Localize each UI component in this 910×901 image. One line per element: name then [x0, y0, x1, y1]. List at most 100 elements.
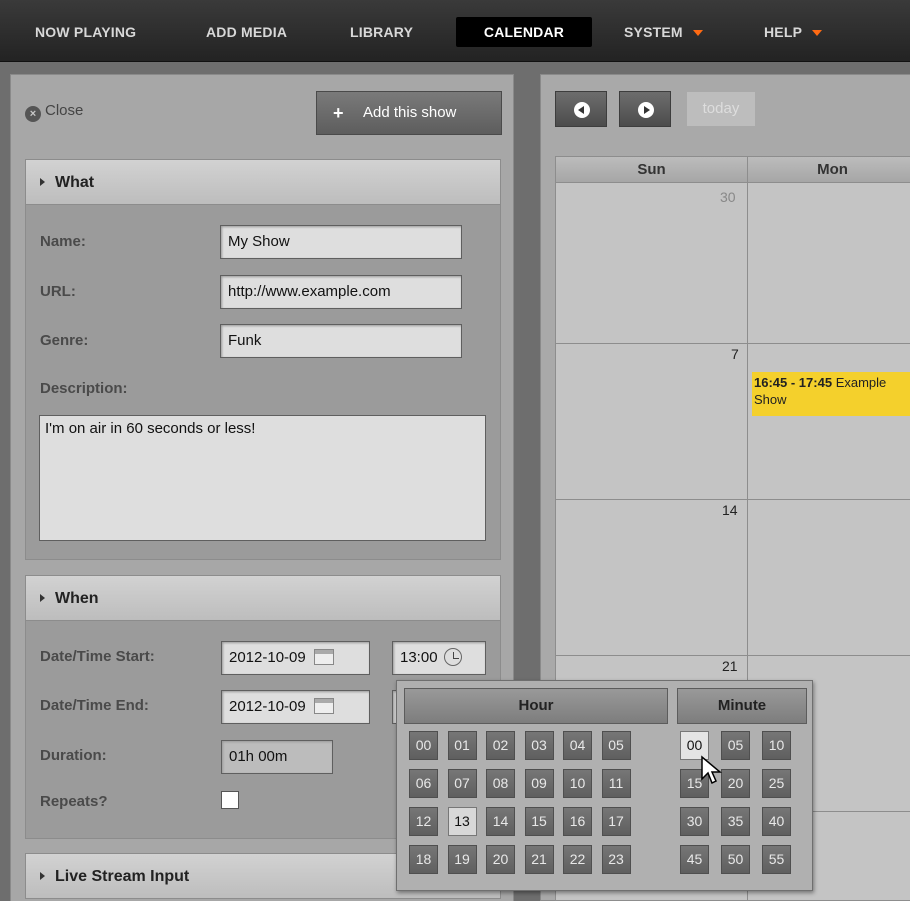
- hour-option-21[interactable]: 21: [524, 845, 554, 874]
- close-icon: ×: [25, 106, 41, 122]
- today-button[interactable]: today: [686, 91, 756, 127]
- hour-option-23[interactable]: 23: [601, 845, 631, 874]
- url-field[interactable]: http://www.example.com: [220, 275, 462, 309]
- hour-option-01[interactable]: 01: [447, 731, 477, 760]
- grid-divider: [556, 655, 910, 656]
- start-time-field[interactable]: 13:00: [392, 641, 486, 675]
- name-label: Name:: [40, 233, 86, 250]
- nav-system[interactable]: SYSTEM: [614, 17, 713, 47]
- hour-option-03[interactable]: 03: [524, 731, 554, 760]
- minute-option-40[interactable]: 40: [762, 807, 791, 836]
- next-button[interactable]: [619, 91, 671, 127]
- hour-option-06[interactable]: 06: [409, 769, 438, 798]
- minute-option-35[interactable]: 35: [721, 807, 750, 836]
- minute-header: Minute: [677, 688, 807, 724]
- nav-library[interactable]: LIBRARY: [340, 17, 423, 47]
- nav-help[interactable]: HELP: [754, 17, 832, 47]
- duration-field: 01h 00m: [221, 740, 333, 774]
- end-date-field[interactable]: 2012-10-09: [221, 690, 370, 724]
- repeats-label: Repeats?: [40, 793, 108, 810]
- start-label: Date/Time Start:: [40, 648, 155, 665]
- grid-divider: [556, 499, 910, 500]
- hour-option-19[interactable]: 19: [447, 845, 477, 874]
- close-button[interactable]: × Close: [25, 100, 83, 122]
- hour-option-10[interactable]: 10: [563, 769, 592, 798]
- description-label: Description:: [40, 380, 128, 397]
- calendar-event[interactable]: 16:45 - 17:45 Example Show: [752, 372, 910, 416]
- hour-option-00[interactable]: 00: [409, 731, 438, 760]
- genre-field[interactable]: Funk: [220, 324, 462, 358]
- day-header-sun: Sun: [556, 157, 748, 183]
- hour-option-20[interactable]: 20: [486, 845, 515, 874]
- close-label: Close: [45, 102, 84, 119]
- hour-option-11[interactable]: 11: [601, 769, 631, 798]
- section-what-header[interactable]: What: [25, 159, 501, 205]
- chevron-down-icon: [812, 30, 823, 37]
- url-label: URL:: [40, 283, 76, 300]
- day-number: 30: [720, 189, 736, 205]
- duration-label: Duration:: [40, 747, 107, 764]
- nav-help-label: HELP: [764, 24, 803, 40]
- minute-option-50[interactable]: 50: [721, 845, 750, 874]
- grid-divider: [556, 343, 910, 344]
- start-time-value: 13:00: [400, 649, 438, 666]
- section-when-title: When: [55, 590, 99, 607]
- hour-option-12[interactable]: 12: [409, 807, 438, 836]
- name-field[interactable]: My Show: [220, 225, 462, 259]
- hour-option-09[interactable]: 09: [524, 769, 554, 798]
- hour-option-15[interactable]: 15: [524, 807, 554, 836]
- minute-option-25[interactable]: 25: [762, 769, 791, 798]
- time-picker-popup: Hour Minute 00 01 02 03 04 05 06 07 08 09 10 11 12 13…: [396, 680, 813, 891]
- clock-icon[interactable]: [443, 648, 462, 666]
- hour-option-07[interactable]: 07: [447, 769, 477, 798]
- section-what-title: What: [55, 174, 95, 191]
- top-navigation-bar: NOW PLAYING ADD MEDIA LIBRARY CALENDAR S…: [0, 0, 910, 62]
- hour-option-04[interactable]: 04: [563, 731, 592, 760]
- calendar-icon[interactable]: [313, 649, 334, 665]
- minute-option-20[interactable]: 20: [721, 769, 750, 798]
- add-show-label: Add this show: [363, 104, 457, 121]
- start-date-field[interactable]: 2012-10-09: [221, 641, 370, 675]
- hour-option-05[interactable]: 05: [601, 731, 631, 760]
- hour-option-22[interactable]: 22: [563, 845, 592, 874]
- description-textarea[interactable]: I'm on air in 60 seconds or less!: [39, 415, 486, 541]
- minute-option-45[interactable]: 45: [680, 845, 709, 874]
- section-when-header[interactable]: When: [25, 575, 501, 621]
- section-live-stream-title: Live Stream Input: [55, 868, 190, 885]
- add-show-button[interactable]: + Add this show: [316, 91, 502, 135]
- minute-option-30[interactable]: 30: [680, 807, 709, 836]
- minute-option-10[interactable]: 10: [762, 731, 791, 760]
- start-date-value: 2012-10-09: [229, 649, 306, 666]
- triangle-right-icon: [40, 872, 45, 880]
- arrow-left-icon: [574, 102, 590, 118]
- triangle-right-icon: [40, 178, 45, 186]
- plus-icon: +: [333, 103, 344, 123]
- hour-option-16[interactable]: 16: [563, 807, 592, 836]
- calendar-icon[interactable]: [313, 698, 334, 714]
- end-label: Date/Time End:: [40, 697, 149, 714]
- hour-option-17[interactable]: 17: [601, 807, 631, 836]
- arrow-right-icon: [638, 102, 654, 118]
- nav-system-label: SYSTEM: [624, 24, 683, 40]
- mouse-cursor-icon: [701, 755, 722, 785]
- hour-option-02[interactable]: 02: [486, 731, 515, 760]
- repeats-checkbox[interactable]: [221, 791, 239, 809]
- hour-option-18[interactable]: 18: [409, 845, 438, 874]
- hour-option-14[interactable]: 14: [486, 807, 515, 836]
- day-number: 7: [731, 346, 739, 362]
- nav-add-media[interactable]: ADD MEDIA: [196, 17, 297, 47]
- prev-button[interactable]: [555, 91, 607, 127]
- genre-label: Genre:: [40, 332, 89, 349]
- chevron-down-icon: [692, 30, 703, 37]
- end-date-value: 2012-10-09: [229, 698, 306, 715]
- event-time: 16:45 - 17:45: [754, 375, 833, 390]
- minute-option-55[interactable]: 55: [762, 845, 791, 874]
- hour-header: Hour: [404, 688, 668, 724]
- hour-option-13[interactable]: 13: [447, 807, 477, 836]
- triangle-right-icon: [40, 594, 45, 602]
- minute-option-05[interactable]: 05: [721, 731, 750, 760]
- nav-calendar[interactable]: CALENDAR: [456, 17, 592, 47]
- nav-now-playing[interactable]: NOW PLAYING: [25, 17, 146, 47]
- day-number: 21: [722, 658, 738, 674]
- hour-option-08[interactable]: 08: [486, 769, 515, 798]
